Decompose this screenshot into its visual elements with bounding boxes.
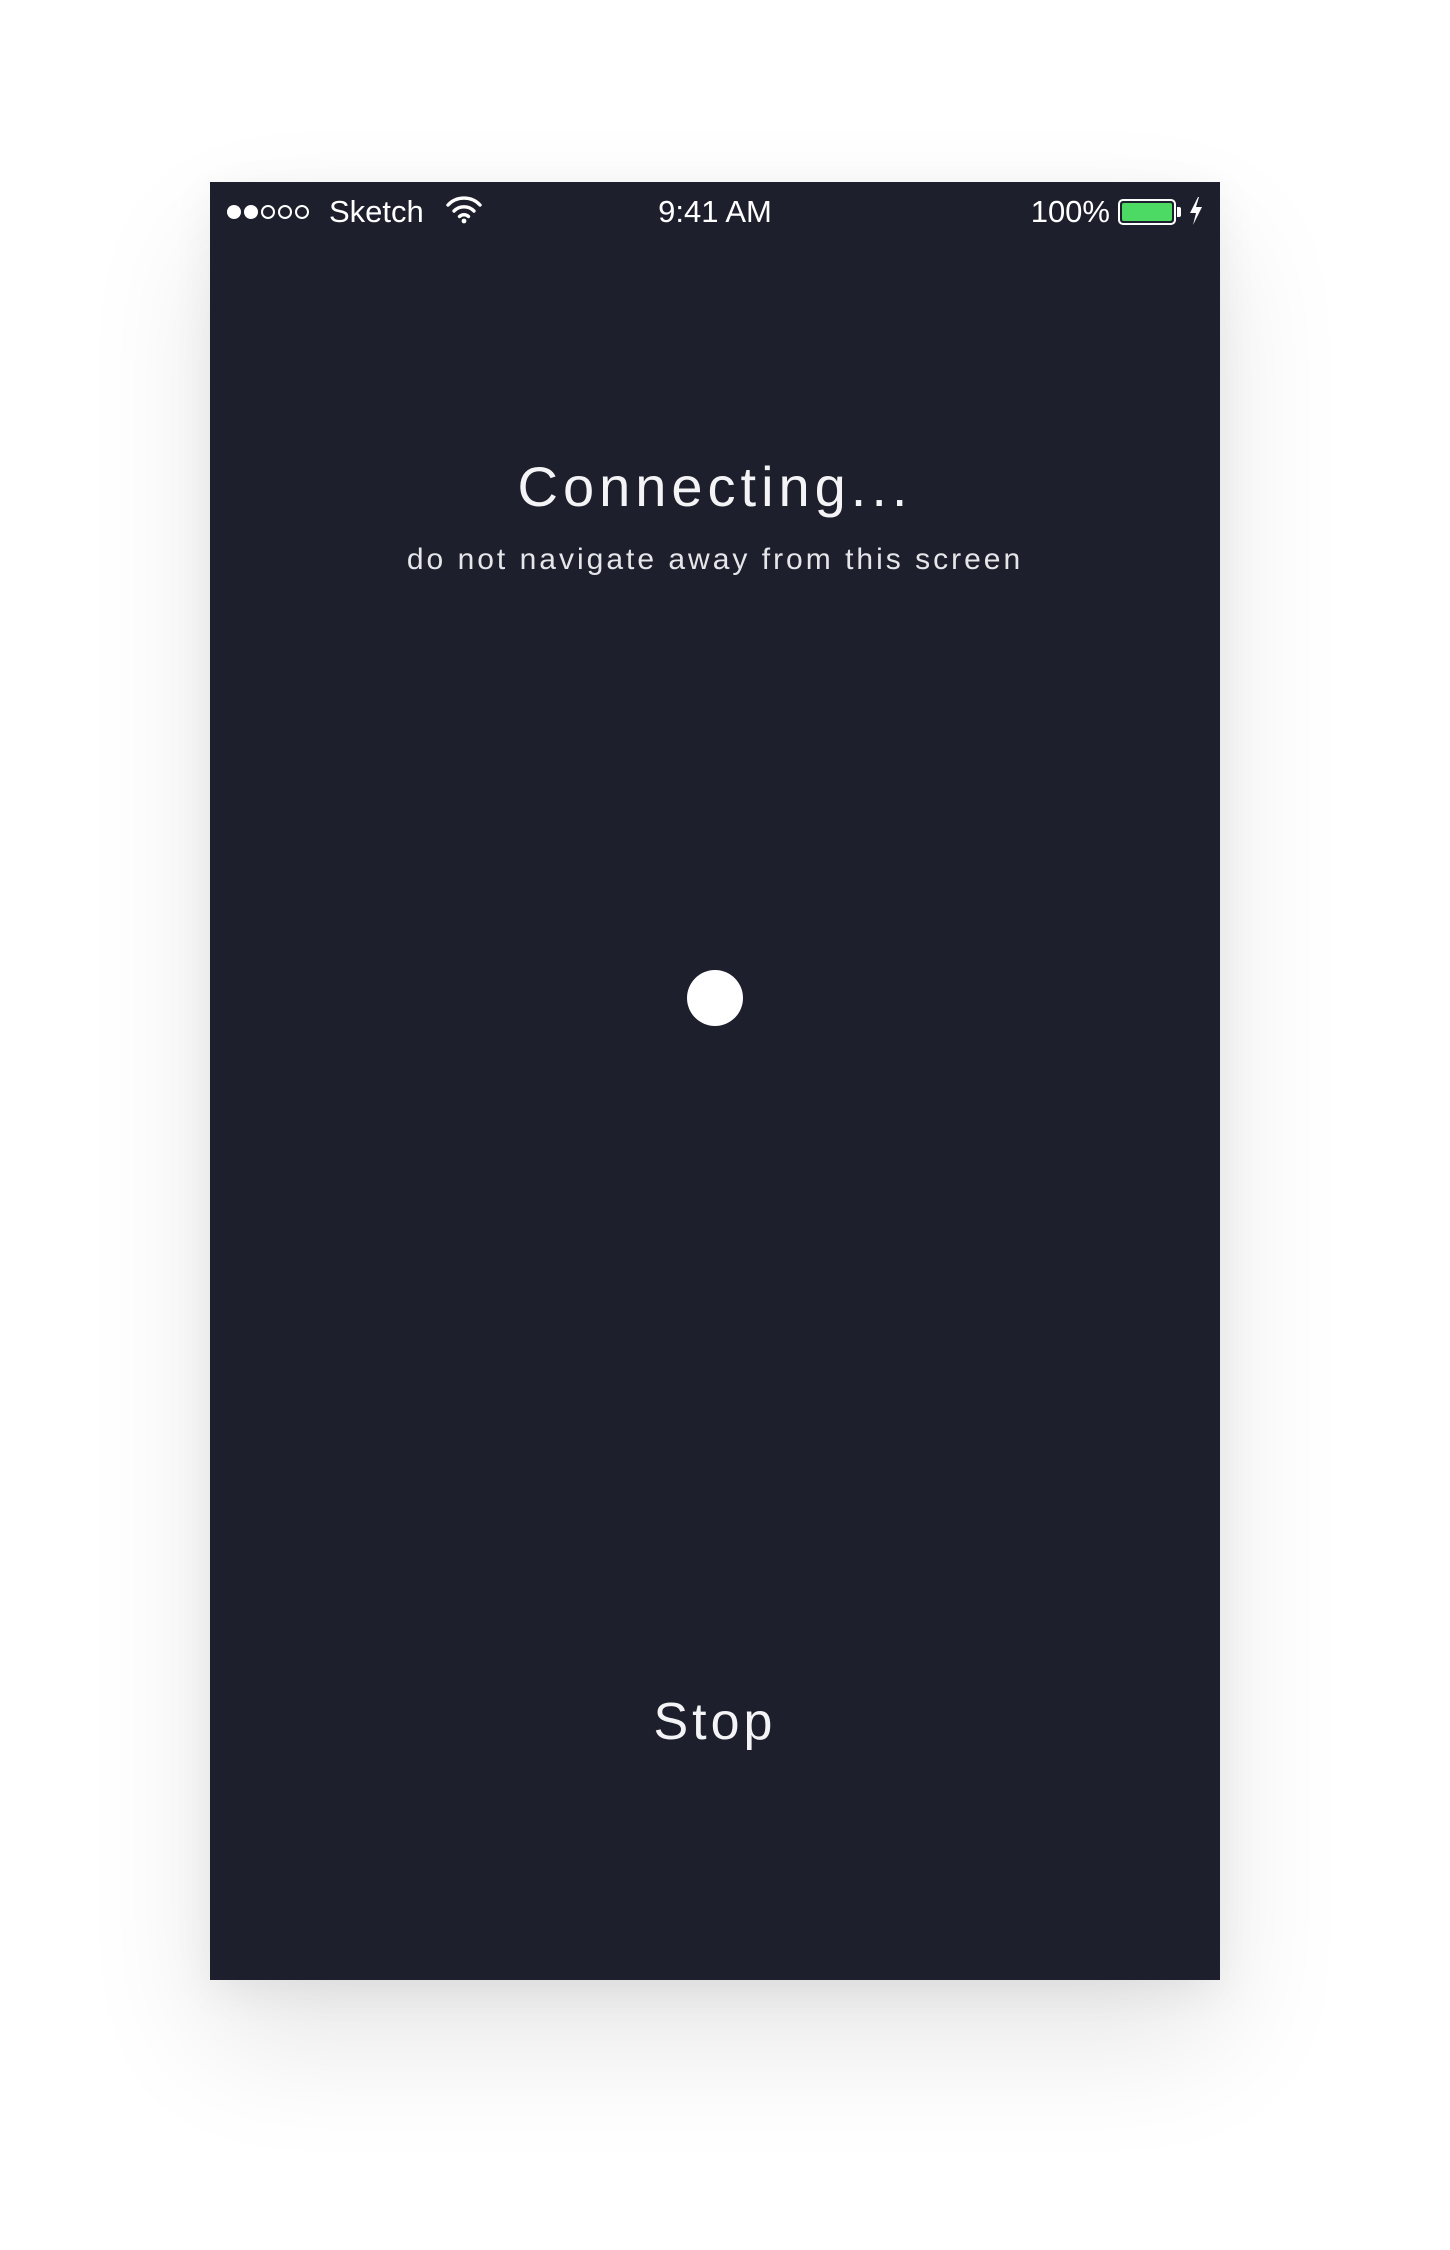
stop-button[interactable]: Stop — [590, 1682, 840, 1762]
battery-icon — [1118, 199, 1176, 225]
charging-bolt-icon — [1190, 197, 1202, 225]
page: Sketch 9:41 AM 100% Connecting... do not… — [0, 0, 1450, 2250]
loading-indicator-dot — [687, 970, 743, 1026]
status-bar: Sketch 9:41 AM 100% — [210, 182, 1220, 242]
warning-subtitle: do not navigate away from this screen — [406, 543, 1024, 576]
phone-screen: Sketch 9:41 AM 100% Connecting... do not… — [210, 182, 1220, 1980]
battery-level-fill — [1122, 203, 1172, 221]
page-title: Connecting... — [517, 455, 913, 518]
battery-percentage: 100% — [1030, 194, 1110, 229]
battery-terminal — [1177, 207, 1181, 217]
